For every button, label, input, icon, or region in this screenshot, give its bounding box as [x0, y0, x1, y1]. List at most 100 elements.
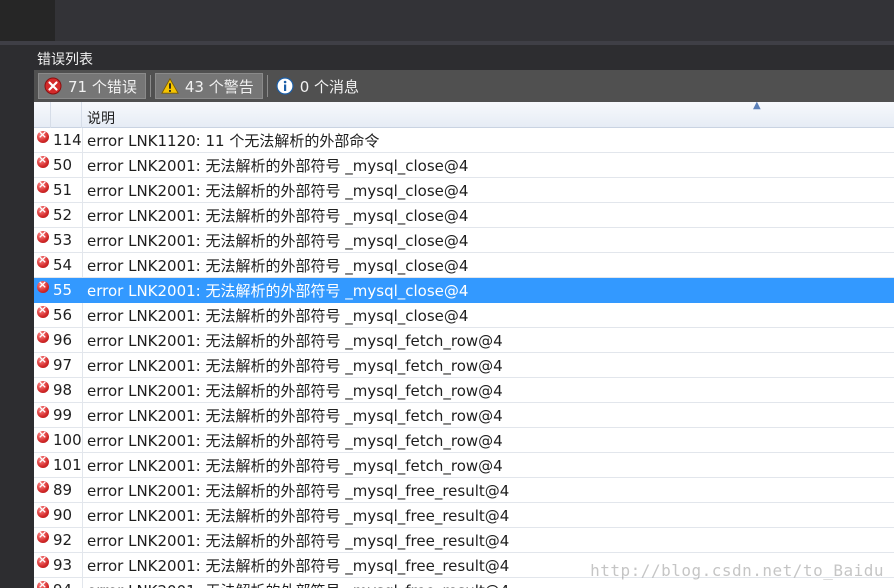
grid-header: 说明 ▲ — [34, 102, 894, 128]
row-number: 55 — [51, 277, 83, 303]
messages-filter-label: 0 个消息 — [299, 77, 360, 96]
error-icon — [36, 553, 49, 568]
row-error-icon-cell — [34, 253, 51, 278]
grid-rows: 114error LNK1120: 11 个无法解析的外部命令50error L… — [34, 127, 894, 588]
watermark: http://blog.csdn.net/to_Baidu — [590, 561, 884, 580]
row-error-icon-cell — [34, 453, 51, 478]
row-description: error LNK2001: 无法解析的外部符号 _mysql_close@4 — [87, 156, 469, 175]
row-number: 54 — [51, 252, 83, 278]
table-row[interactable]: 97error LNK2001: 无法解析的外部符号 _mysql_fetch_… — [34, 352, 894, 378]
table-row[interactable]: 56error LNK2001: 无法解析的外部符号 _mysql_close@… — [34, 302, 894, 328]
error-icon — [36, 403, 49, 418]
row-number: 52 — [51, 202, 83, 228]
row-number: 99 — [51, 402, 83, 428]
error-icon — [36, 328, 49, 343]
row-error-icon-cell — [34, 328, 51, 353]
row-number: 94 — [51, 577, 83, 588]
table-row[interactable]: 98error LNK2001: 无法解析的外部符号 _mysql_fetch_… — [34, 377, 894, 403]
table-row[interactable]: 50error LNK2001: 无法解析的外部符号 _mysql_close@… — [34, 152, 894, 178]
row-description: error LNK1120: 11 个无法解析的外部命令 — [87, 131, 380, 150]
messages-filter-button[interactable]: 0 个消息 — [272, 73, 367, 99]
row-error-icon-cell — [34, 478, 51, 503]
row-description: error LNK2001: 无法解析的外部符号 _mysql_close@4 — [87, 281, 469, 300]
table-row[interactable]: 55error LNK2001: 无法解析的外部符号 _mysql_close@… — [34, 277, 894, 303]
table-row[interactable]: 101error LNK2001: 无法解析的外部符号 _mysql_fetch… — [34, 452, 894, 478]
table-row[interactable]: 96error LNK2001: 无法解析的外部符号 _mysql_fetch_… — [34, 327, 894, 353]
row-number: 101 — [51, 452, 83, 478]
row-number: 93 — [51, 552, 83, 578]
row-number: 114 — [51, 127, 83, 153]
error-icon — [36, 128, 49, 143]
row-error-icon-cell — [34, 578, 51, 588]
table-row[interactable]: 99error LNK2001: 无法解析的外部符号 _mysql_fetch_… — [34, 402, 894, 428]
column-header-icon[interactable] — [34, 102, 51, 128]
row-description: error LNK2001: 无法解析的外部符号 _mysql_free_res… — [87, 531, 510, 550]
editor-gutter — [0, 0, 55, 45]
row-error-icon-cell — [34, 378, 51, 403]
left-strip — [0, 70, 34, 588]
error-icon — [36, 178, 49, 193]
row-error-icon-cell — [34, 403, 51, 428]
row-description: error LNK2001: 无法解析的外部符号 _mysql_free_res… — [83, 580, 894, 588]
error-icon — [36, 503, 49, 518]
row-description: error LNK2001: 无法解析的外部符号 _mysql_free_res… — [87, 506, 510, 525]
error-icon — [36, 453, 49, 468]
sort-arrow-icon: ▲ — [753, 102, 761, 111]
row-description: error LNK2001: 无法解析的外部符号 _mysql_fetch_ro… — [87, 456, 503, 475]
row-error-icon-cell — [34, 528, 51, 553]
table-row[interactable]: 89error LNK2001: 无法解析的外部符号 _mysql_free_r… — [34, 477, 894, 503]
row-number: 92 — [51, 527, 83, 553]
panel-title: 错误列表 — [0, 45, 894, 70]
row-number: 96 — [51, 327, 83, 353]
warnings-filter-label: 43 个警告 — [184, 77, 254, 96]
row-number: 89 — [51, 477, 83, 503]
error-icon — [36, 578, 49, 588]
editor-top-area — [0, 0, 894, 45]
error-icon — [44, 77, 62, 95]
errors-filter-button[interactable]: 71 个错误 — [38, 73, 146, 99]
error-icon — [36, 153, 49, 168]
table-row[interactable]: 114error LNK1120: 11 个无法解析的外部命令 — [34, 127, 894, 153]
table-row[interactable]: 52error LNK2001: 无法解析的外部符号 _mysql_close@… — [34, 202, 894, 228]
row-description: error LNK2001: 无法解析的外部符号 _mysql_fetch_ro… — [87, 381, 503, 400]
row-description: error LNK2001: 无法解析的外部符号 _mysql_free_res… — [87, 481, 510, 500]
error-icon — [36, 253, 49, 268]
row-error-icon-cell — [34, 428, 51, 453]
row-error-icon-cell — [34, 178, 51, 203]
row-number: 100 — [51, 427, 83, 453]
row-number: 53 — [51, 227, 83, 253]
error-icon — [36, 378, 49, 393]
row-error-icon-cell — [34, 303, 51, 328]
column-header-description[interactable]: 说明 — [82, 102, 894, 128]
row-number: 56 — [51, 302, 83, 328]
error-icon — [36, 478, 49, 493]
toolbar-separator — [149, 75, 151, 97]
row-description: error LNK2001: 无法解析的外部符号 _mysql_close@4 — [87, 231, 469, 250]
table-row[interactable]: 54error LNK2001: 无法解析的外部符号 _mysql_close@… — [34, 252, 894, 278]
info-icon — [276, 77, 294, 95]
toolbar-separator — [266, 75, 268, 97]
error-icon — [36, 278, 49, 293]
row-description: error LNK2001: 无法解析的外部符号 _mysql_close@4 — [87, 206, 469, 225]
error-icon — [36, 528, 49, 543]
warnings-filter-button[interactable]: 43 个警告 — [154, 73, 263, 99]
table-row[interactable]: 100error LNK2001: 无法解析的外部符号 _mysql_fetch… — [34, 427, 894, 453]
table-row[interactable]: 92error LNK2001: 无法解析的外部符号 _mysql_free_r… — [34, 527, 894, 553]
editor-region — [55, 0, 894, 41]
table-row[interactable]: 53error LNK2001: 无法解析的外部符号 _mysql_close@… — [34, 227, 894, 253]
table-row[interactable]: 90error LNK2001: 无法解析的外部符号 _mysql_free_r… — [34, 502, 894, 528]
error-list-toolbar: 71 个错误 43 个警告 0 个消息 — [34, 70, 894, 102]
column-header-number[interactable] — [51, 102, 82, 128]
row-error-icon-cell — [34, 553, 51, 578]
row-description: error LNK2001: 无法解析的外部符号 _mysql_close@4 — [87, 181, 469, 200]
row-description: error LNK2001: 无法解析的外部符号 _mysql_fetch_ro… — [87, 406, 503, 425]
row-description: error LNK2001: 无法解析的外部符号 _mysql_fetch_ro… — [87, 431, 503, 450]
table-row[interactable]: 51error LNK2001: 无法解析的外部符号 _mysql_close@… — [34, 177, 894, 203]
error-icon — [36, 353, 49, 368]
row-error-icon-cell — [34, 503, 51, 528]
row-number: 97 — [51, 352, 83, 378]
row-number: 50 — [51, 152, 83, 178]
error-icon — [36, 428, 49, 443]
row-error-icon-cell — [34, 203, 51, 228]
row-number: 90 — [51, 502, 83, 528]
